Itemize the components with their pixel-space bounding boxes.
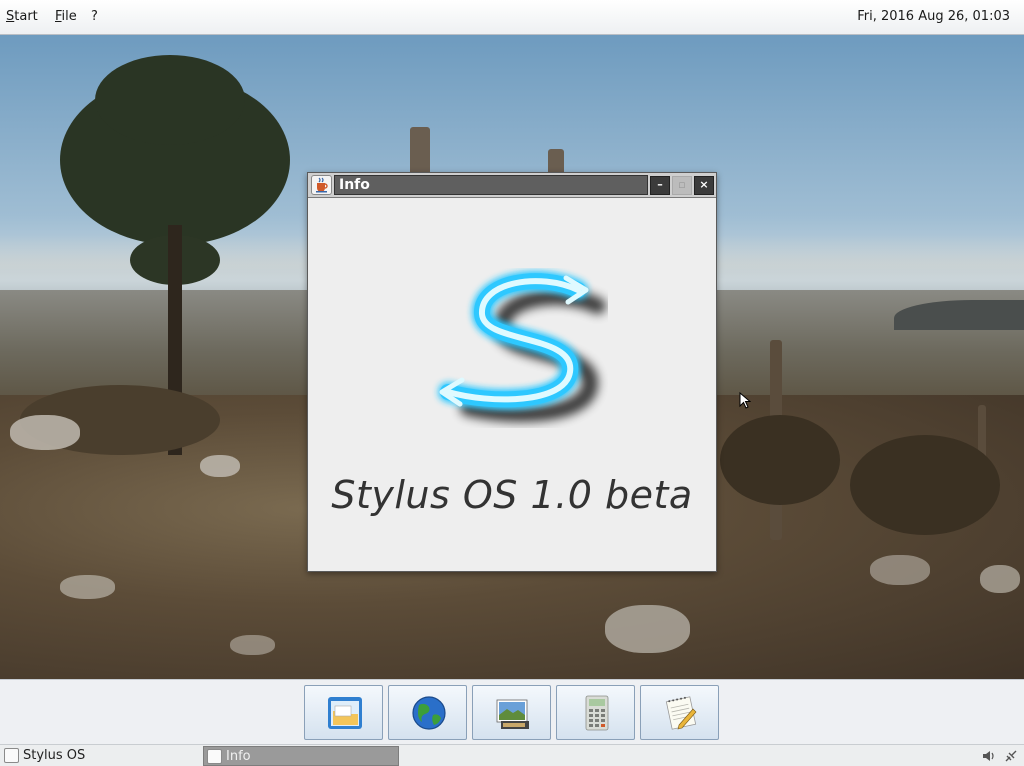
rock — [200, 455, 240, 477]
dock-calculator-button[interactable] — [556, 685, 635, 740]
window-title: Info — [334, 175, 648, 195]
clock: Fri, 2016 Aug 26, 01:03 — [857, 9, 1010, 24]
app-dock — [0, 679, 1024, 744]
dock-file-manager-button[interactable] — [304, 685, 383, 740]
java-cup-icon[interactable] — [311, 175, 332, 195]
network-icon[interactable] — [1003, 748, 1019, 764]
task-stylus-os[interactable]: Stylus OS — [1, 746, 197, 766]
minimize-icon: – — [657, 178, 663, 191]
folder-icon — [328, 697, 362, 729]
dock-web-browser-button[interactable] — [388, 685, 467, 740]
info-window: Info – ▫ × Stylus OS 1.0 beta — [307, 172, 717, 572]
taskbar: Stylus OS Info — [0, 744, 1024, 766]
rock — [870, 555, 930, 585]
task-info[interactable]: Info — [203, 746, 399, 766]
rock — [980, 565, 1020, 593]
minimize-button[interactable]: – — [650, 176, 670, 195]
rock — [230, 635, 275, 655]
task-label: Info — [226, 749, 251, 764]
shrub — [720, 415, 840, 505]
rock — [10, 415, 80, 450]
photo-icon — [496, 699, 529, 729]
notepad-icon — [665, 696, 697, 730]
java-cup-icon — [4, 748, 19, 763]
menu-start[interactable]: Start — [6, 9, 38, 24]
tree-canopy-top — [95, 55, 245, 145]
rock — [60, 575, 115, 599]
close-button[interactable]: × — [694, 176, 714, 195]
java-cup-icon — [207, 749, 222, 764]
menu-help[interactable]: ? — [91, 9, 98, 24]
task-label: Stylus OS — [23, 748, 86, 763]
version-label: Stylus OS 1.0 beta — [331, 473, 693, 517]
rock — [605, 605, 690, 653]
maximize-icon: ▫ — [678, 178, 686, 191]
dock-image-viewer-button[interactable] — [472, 685, 551, 740]
window-titlebar[interactable]: Info – ▫ × — [308, 173, 716, 198]
top-menu-bar: Start File ? Fri, 2016 Aug 26, 01:03 — [0, 0, 1024, 35]
maximize-button: ▫ — [672, 176, 692, 195]
menu-file[interactable]: File — [55, 9, 77, 24]
volume-icon[interactable] — [981, 748, 997, 764]
mouse-cursor-icon — [739, 392, 751, 409]
globe-icon — [412, 696, 446, 730]
stylus-s-logo-icon — [439, 273, 606, 422]
calculator-icon — [585, 695, 609, 731]
close-icon: × — [699, 178, 709, 191]
shrub — [850, 435, 1000, 535]
dock-text-editor-button[interactable] — [640, 685, 719, 740]
